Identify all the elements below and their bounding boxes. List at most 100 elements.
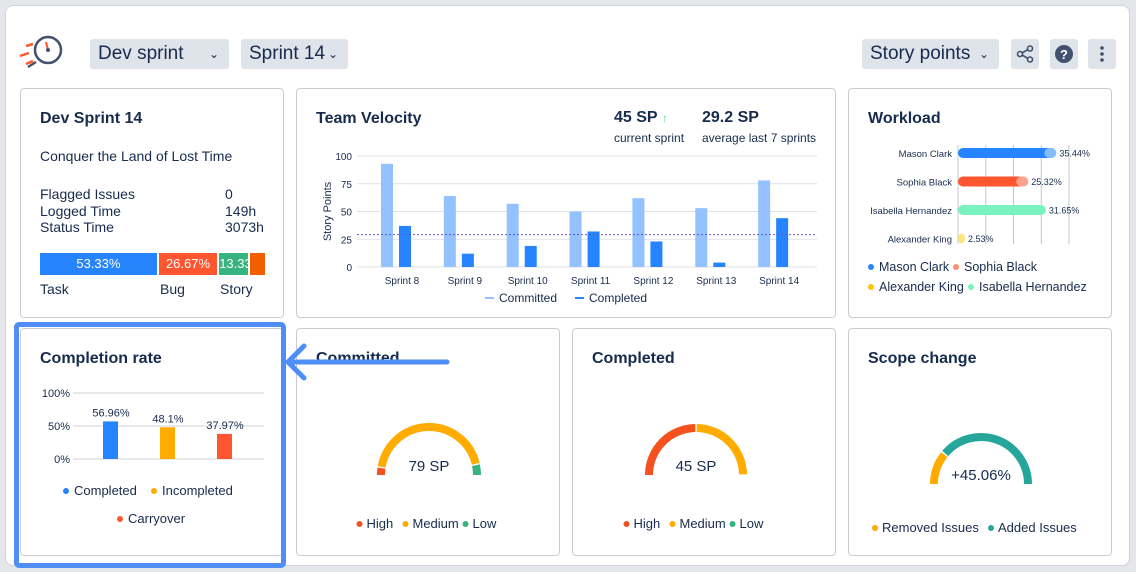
legend-dot bbox=[868, 284, 874, 290]
bar-completed bbox=[776, 218, 789, 267]
stat-value: 0 bbox=[225, 186, 233, 202]
x-tick-label: Sprint 8 bbox=[385, 276, 420, 287]
stat-row: Flagged Issues 0 bbox=[40, 186, 265, 203]
scope-gauge: +45.06% Removed Issues Added Issues bbox=[872, 433, 1077, 535]
legend-dot bbox=[968, 284, 974, 290]
bar-completed bbox=[587, 231, 600, 267]
unit-select-value: Story points bbox=[870, 43, 971, 64]
gauge-segment bbox=[930, 452, 948, 485]
value-label: 2.53% bbox=[968, 234, 994, 244]
bar-completed bbox=[524, 245, 537, 267]
legend-label: Low bbox=[740, 516, 764, 531]
completed-gauge: 45 SP High Medium Low bbox=[623, 424, 764, 531]
value-label: 25.32% bbox=[1031, 177, 1062, 187]
velocity-chart: 0 25 50 75 100 Story Points Sprint 8 Sprint 9 Sp… bbox=[322, 152, 817, 305]
more-button[interactable] bbox=[1088, 39, 1116, 69]
legend-label: Medium bbox=[680, 516, 726, 531]
legend-dot bbox=[356, 521, 363, 527]
stat-label: Logged Time bbox=[40, 202, 121, 219]
workload-bar bbox=[958, 233, 966, 244]
legend-dot bbox=[872, 525, 878, 531]
stat-value: 3073h bbox=[225, 219, 264, 235]
issue-type-segment: 53.33% bbox=[40, 253, 157, 275]
legend-label: Isabella Hernandez bbox=[979, 280, 1087, 294]
bar-completed bbox=[399, 225, 411, 267]
legend-label: Low bbox=[473, 516, 497, 531]
highlight-box bbox=[14, 322, 286, 568]
legend-dot bbox=[988, 525, 994, 531]
legend-dot bbox=[402, 521, 409, 527]
bar-completed bbox=[713, 262, 726, 267]
legend-label: Sophia Black bbox=[964, 260, 1038, 274]
legend-dot bbox=[669, 521, 676, 527]
chevron-down-icon: ⌄ bbox=[978, 47, 989, 61]
stat-row: Status Time 3073h bbox=[40, 219, 265, 236]
unit-select[interactable]: Story points ⌄ bbox=[862, 39, 999, 69]
x-tick-label: Sprint 10 bbox=[508, 276, 548, 287]
sprint-goal: Conquer the Land of Lost Time bbox=[40, 148, 233, 164]
bar-committed bbox=[758, 180, 771, 267]
board-select-value: Dev sprint bbox=[98, 43, 184, 64]
legend-label: Medium bbox=[413, 516, 459, 531]
completed-card: Completed 45 SP High Medium Low bbox=[572, 328, 836, 556]
gauge-value: +45.06% bbox=[951, 467, 1011, 484]
more-vertical-icon bbox=[1100, 46, 1104, 62]
bar-committed bbox=[569, 211, 582, 267]
x-tick-label: Sprint 14 bbox=[759, 276, 799, 287]
x-tick-label: Sprint 13 bbox=[696, 276, 736, 287]
workload-bar bbox=[958, 205, 1046, 215]
sprint-stats: Flagged Issues 0 Logged Time 149h Status Tim… bbox=[40, 186, 265, 236]
issue-type-label: Task bbox=[40, 281, 69, 297]
issue-type-label: Bug bbox=[159, 281, 185, 297]
help-icon: ? bbox=[1055, 45, 1073, 63]
bar-completed bbox=[650, 241, 663, 267]
svg-text:?: ? bbox=[1060, 47, 1068, 62]
issue-type-segment: 26.67% bbox=[158, 253, 218, 275]
y-axis-label: Story Points bbox=[322, 181, 334, 241]
card-title: Dev Sprint 14 bbox=[40, 110, 143, 127]
value-label: 31.65% bbox=[1049, 206, 1080, 216]
issue-type-segment: 13.33% bbox=[219, 253, 249, 275]
board-select[interactable]: Dev sprint ⌄ bbox=[90, 39, 229, 69]
legend-label: High bbox=[367, 516, 394, 531]
legend-label: Removed Issues bbox=[882, 520, 979, 535]
bar-committed bbox=[506, 203, 519, 267]
category-label: Mason Clark bbox=[899, 149, 953, 160]
y-tick-label: 75 bbox=[341, 180, 353, 191]
team-velocity-card: Team Velocity 45 SP ↑ current sprint 29.… bbox=[296, 88, 836, 318]
help-button[interactable]: ? bbox=[1050, 39, 1078, 69]
y-tick-label: 0 bbox=[346, 263, 352, 274]
stat-label: Flagged Issues bbox=[40, 186, 135, 202]
legend-label: Alexander King bbox=[879, 280, 964, 294]
category-label: Alexander King bbox=[888, 235, 952, 246]
bar-completed bbox=[461, 253, 474, 267]
legend-dot bbox=[953, 264, 959, 270]
sprint-summary-card: Dev Sprint 14 Conquer the Land of Lost T… bbox=[20, 88, 284, 318]
x-tick-label: Sprint 12 bbox=[633, 276, 673, 287]
legend-label: High bbox=[634, 516, 661, 531]
gauge-segment bbox=[472, 464, 481, 476]
y-tick-label: 100 bbox=[335, 152, 352, 163]
gauge-value: 79 SP bbox=[409, 458, 450, 475]
legend-label: Added Issues bbox=[998, 520, 1077, 535]
share-button[interactable] bbox=[1011, 39, 1039, 69]
bar-committed bbox=[443, 195, 456, 267]
legend-dot bbox=[729, 521, 736, 527]
bar-committed bbox=[695, 208, 708, 267]
y-tick-label: 50 bbox=[341, 208, 353, 219]
category-label: Isabella Hernandez bbox=[870, 206, 952, 217]
workload-bar-overflow bbox=[1016, 176, 1029, 187]
x-tick-label: Sprint 9 bbox=[448, 276, 483, 287]
chevron-down-icon: ⌄ bbox=[327, 47, 338, 61]
issue-type-bar: 53.33%26.67%13.33% bbox=[40, 253, 265, 275]
sprint-select-value: Sprint 14 bbox=[249, 43, 326, 64]
gauge-value: 45 SP bbox=[676, 458, 717, 475]
workload-bar bbox=[958, 148, 1057, 158]
category-label: Sophia Black bbox=[897, 178, 953, 189]
legend-label: Mason Clark bbox=[879, 260, 950, 274]
sprint-select[interactable]: Sprint 14 ⌄ bbox=[241, 39, 348, 69]
workload-chart: Mason Clark 35.44% Sophia Black 25.32% Isabe… bbox=[868, 145, 1090, 294]
issue-type-segment bbox=[250, 253, 265, 275]
scope-change-card: Scope change +45.06% Removed Issues Added … bbox=[848, 328, 1112, 556]
legend-dot bbox=[462, 521, 469, 527]
